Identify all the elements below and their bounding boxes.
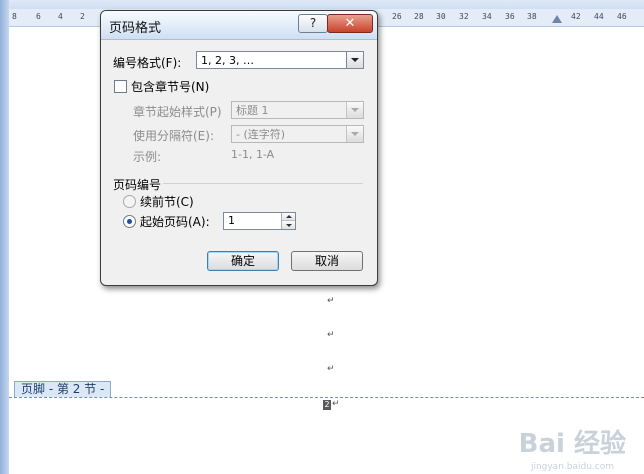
ruler-number: 30 (436, 12, 446, 21)
spin-down-icon[interactable] (282, 221, 295, 229)
number-format-label: 编号格式(F): (113, 56, 182, 70)
separator-label: 使用分隔符(E): (133, 129, 214, 143)
chapter-style-select[interactable]: 标题 1 (231, 101, 364, 119)
start-at-radio[interactable] (123, 215, 136, 228)
watermark-logo: Bai 经验 (518, 429, 626, 459)
include-chapter-label[interactable]: 包含章节号(N) (131, 78, 209, 95)
dialog-titlebar[interactable]: 页码格式 ? ✕ (101, 11, 377, 40)
footer-boundary-line (9, 397, 644, 398)
ok-button[interactable]: 确定 (207, 251, 279, 271)
ruler-number: 44 (594, 12, 604, 21)
start-at-label[interactable]: 起始页码(A): (140, 213, 210, 230)
ruler-number: 4 (58, 12, 63, 21)
separator-value: - (连字符) (236, 128, 286, 141)
help-button[interactable]: ? (298, 14, 328, 33)
separator-select[interactable]: - (连字符) (231, 125, 364, 143)
chapter-style-label: 章节起始样式(P) (133, 105, 222, 119)
footer-page-number[interactable]: 2 (323, 400, 331, 410)
cancel-button[interactable]: 取消 (291, 251, 363, 271)
ruler-top-strip (9, 0, 644, 9)
number-format-value: 1, 2, 3, … (201, 54, 254, 67)
ruler-number: 34 (482, 12, 492, 21)
example-label: 示例: (133, 150, 162, 164)
continue-radio[interactable] (123, 195, 136, 208)
spin-up-icon[interactable] (282, 213, 295, 221)
section-divider (163, 183, 363, 184)
ruler-number: 8 (12, 12, 17, 21)
ruler-number: 6 (36, 12, 41, 21)
chevron-down-icon[interactable] (346, 126, 363, 142)
dialog-title: 页码格式 (109, 21, 162, 36)
footer-section-tab: 页脚 - 第 2 节 - (14, 381, 112, 397)
radio-selected-dot (127, 219, 132, 224)
watermark-url: jingyan.baidu.com (530, 462, 614, 472)
page-numbering-heading: 页码编号 (113, 178, 162, 192)
app-frame-left (0, 0, 9, 474)
number-format-select[interactable]: 1, 2, 3, … (196, 51, 364, 69)
ruler-number: 32 (459, 12, 469, 21)
chevron-down-icon[interactable] (346, 102, 363, 118)
ruler-number: 2 (80, 12, 85, 21)
ruler-number: 28 (414, 12, 424, 21)
ruler-number: 26 (392, 12, 402, 21)
chapter-style-value: 标题 1 (236, 104, 269, 117)
ruler-number: 36 (505, 12, 515, 21)
paragraph-mark-icon: ↵ (332, 399, 340, 409)
page-number-format-dialog: 页码格式 ? ✕ 编号格式(F): 1, 2, 3, … 包含章节号(N) 章节… (100, 10, 378, 286)
close-button[interactable]: ✕ (327, 14, 373, 33)
include-chapter-checkbox[interactable] (114, 80, 127, 93)
chevron-down-icon[interactable] (346, 52, 363, 68)
start-at-input[interactable]: 1 (223, 212, 296, 230)
ruler-number: 42 (571, 12, 581, 21)
example-value: 1-1, 1-A (231, 148, 275, 161)
ruler-number: 38 (527, 12, 537, 21)
spinner-buttons (281, 213, 295, 229)
ruler-number: 46 (617, 12, 627, 21)
start-at-value: 1 (228, 214, 235, 227)
paragraph-mark-icon: ↵ (327, 296, 335, 306)
indent-marker-icon[interactable] (552, 15, 562, 23)
paragraph-mark-icon: ↵ (327, 364, 335, 374)
paragraph-mark-icon: ↵ (327, 330, 335, 340)
continue-label[interactable]: 续前节(C) (140, 193, 194, 210)
